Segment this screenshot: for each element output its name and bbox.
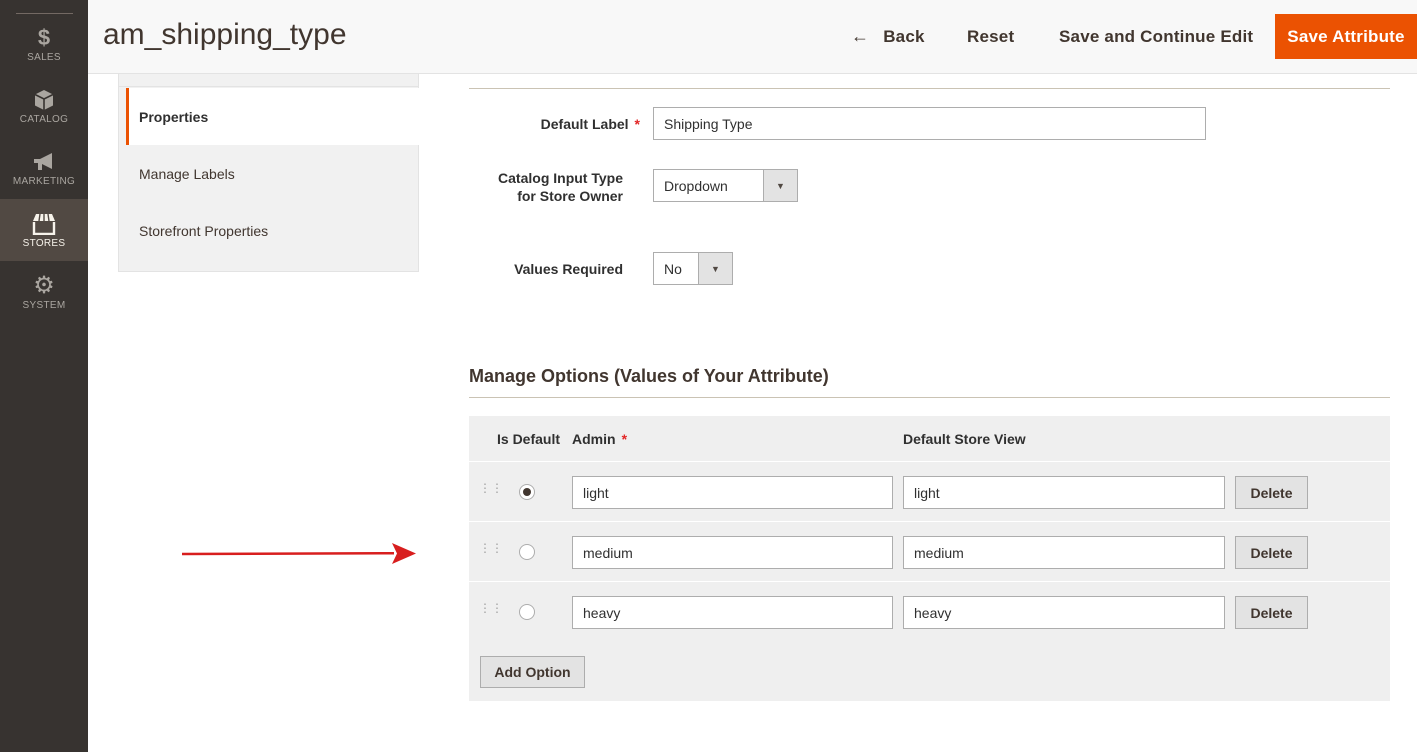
save-attribute-button[interactable]: Save Attribute <box>1275 14 1417 59</box>
drag-handle-icon[interactable]: ⋮⋮ <box>479 482 503 500</box>
is-default-radio[interactable] <box>519 544 535 560</box>
sidebar-item-label: MARKETING <box>12 175 76 187</box>
delete-option-button[interactable]: Delete <box>1235 596 1308 629</box>
admin-value-input[interactable] <box>572 596 893 629</box>
default-label-label: Default Label * <box>480 115 640 133</box>
catalog-input-type-value: Dropdown <box>664 177 728 194</box>
required-mark: * <box>634 116 640 132</box>
drag-handle-icon[interactable]: ⋮⋮ <box>479 602 503 620</box>
admin-value-input[interactable] <box>572 536 893 569</box>
save-and-continue-button[interactable]: Save and Continue Edit <box>1059 14 1253 59</box>
sidebar-item-label: STORES <box>22 237 66 249</box>
section-divider <box>469 397 1390 398</box>
store-view-value-input[interactable] <box>903 476 1225 509</box>
tab-properties[interactable]: Properties <box>126 88 419 145</box>
column-header-admin-text: Admin <box>572 431 616 447</box>
option-row: ⋮⋮ Delete <box>469 521 1390 581</box>
catalog-input-type-label: Catalog Input Type for Store Owner <box>498 170 623 204</box>
sidebar-item-label: SYSTEM <box>22 299 66 311</box>
required-mark: * <box>621 431 628 447</box>
sidebar-item-label: CATALOG <box>19 113 69 125</box>
dollar-icon: $ <box>37 24 51 50</box>
drag-handle-icon[interactable]: ⋮⋮ <box>479 542 503 560</box>
column-header-admin: Admin * <box>572 431 627 447</box>
store-view-value-input[interactable] <box>903 536 1225 569</box>
store-view-value-input[interactable] <box>903 596 1225 629</box>
back-button[interactable]: ← Back <box>851 14 925 59</box>
store-icon <box>31 212 57 236</box>
arrow-left-icon: ← <box>851 26 870 46</box>
default-label-text: Default Label <box>540 116 629 132</box>
column-header-store-view: Default Store View <box>903 431 1026 447</box>
reset-button[interactable]: Reset <box>967 14 1014 59</box>
page-header: am_shipping_type ← Back Reset Save and C… <box>88 0 1417 74</box>
sidebar-item-catalog[interactable]: CATALOG <box>0 75 88 137</box>
annotation-arrow-icon <box>181 543 416 564</box>
attribute-tabs: Properties Manage Labels Storefront Prop… <box>118 74 419 272</box>
admin-value-input[interactable] <box>572 476 893 509</box>
page-title: am_shipping_type <box>103 18 347 51</box>
tab-divider <box>119 74 419 87</box>
sidebar-item-label: SALES <box>27 51 61 63</box>
gear-icon: ⚙ <box>33 271 55 299</box>
tab-storefront-properties[interactable]: Storefront Properties <box>119 202 419 259</box>
sidebar-item-marketing[interactable]: MARKETING <box>0 137 88 199</box>
option-row: ⋮⋮ Delete <box>469 461 1390 521</box>
values-required-select[interactable]: No ▼ <box>653 252 733 285</box>
values-required-label: Values Required <box>514 261 623 277</box>
sidebar-item-stores[interactable]: STORES <box>0 199 88 261</box>
is-default-radio[interactable] <box>519 484 535 500</box>
catalog-input-type-select[interactable]: Dropdown ▼ <box>653 169 798 202</box>
section-divider <box>469 88 1390 89</box>
chevron-down-icon: ▼ <box>698 253 732 284</box>
values-required-value: No <box>664 260 682 277</box>
delete-option-button[interactable]: Delete <box>1235 536 1308 569</box>
chevron-down-icon: ▼ <box>763 170 797 201</box>
sidebar-item-sales[interactable]: $ SALES <box>0 13 88 75</box>
add-option-button[interactable]: Add Option <box>480 656 585 688</box>
megaphone-icon <box>32 150 56 174</box>
option-row: ⋮⋮ Delete <box>469 581 1390 641</box>
sidebar-item-system[interactable]: ⚙ SYSTEM <box>0 261 88 323</box>
manage-options-title: Manage Options (Values of Your Attribute… <box>469 366 829 386</box>
back-button-label: Back <box>883 26 925 46</box>
column-header-is-default: Is Default <box>497 431 561 447</box>
options-grid: Is Default Admin * Default Store View ⋮⋮ … <box>469 416 1390 701</box>
admin-sidebar: $ SALES CATALOG MARKETING STORES ⚙ SYSTE… <box>0 0 88 752</box>
is-default-radio[interactable] <box>519 604 535 620</box>
catalog-box-icon <box>34 88 54 112</box>
delete-option-button[interactable]: Delete <box>1235 476 1308 509</box>
default-label-input[interactable] <box>653 107 1206 140</box>
tab-manage-labels[interactable]: Manage Labels <box>119 145 419 202</box>
